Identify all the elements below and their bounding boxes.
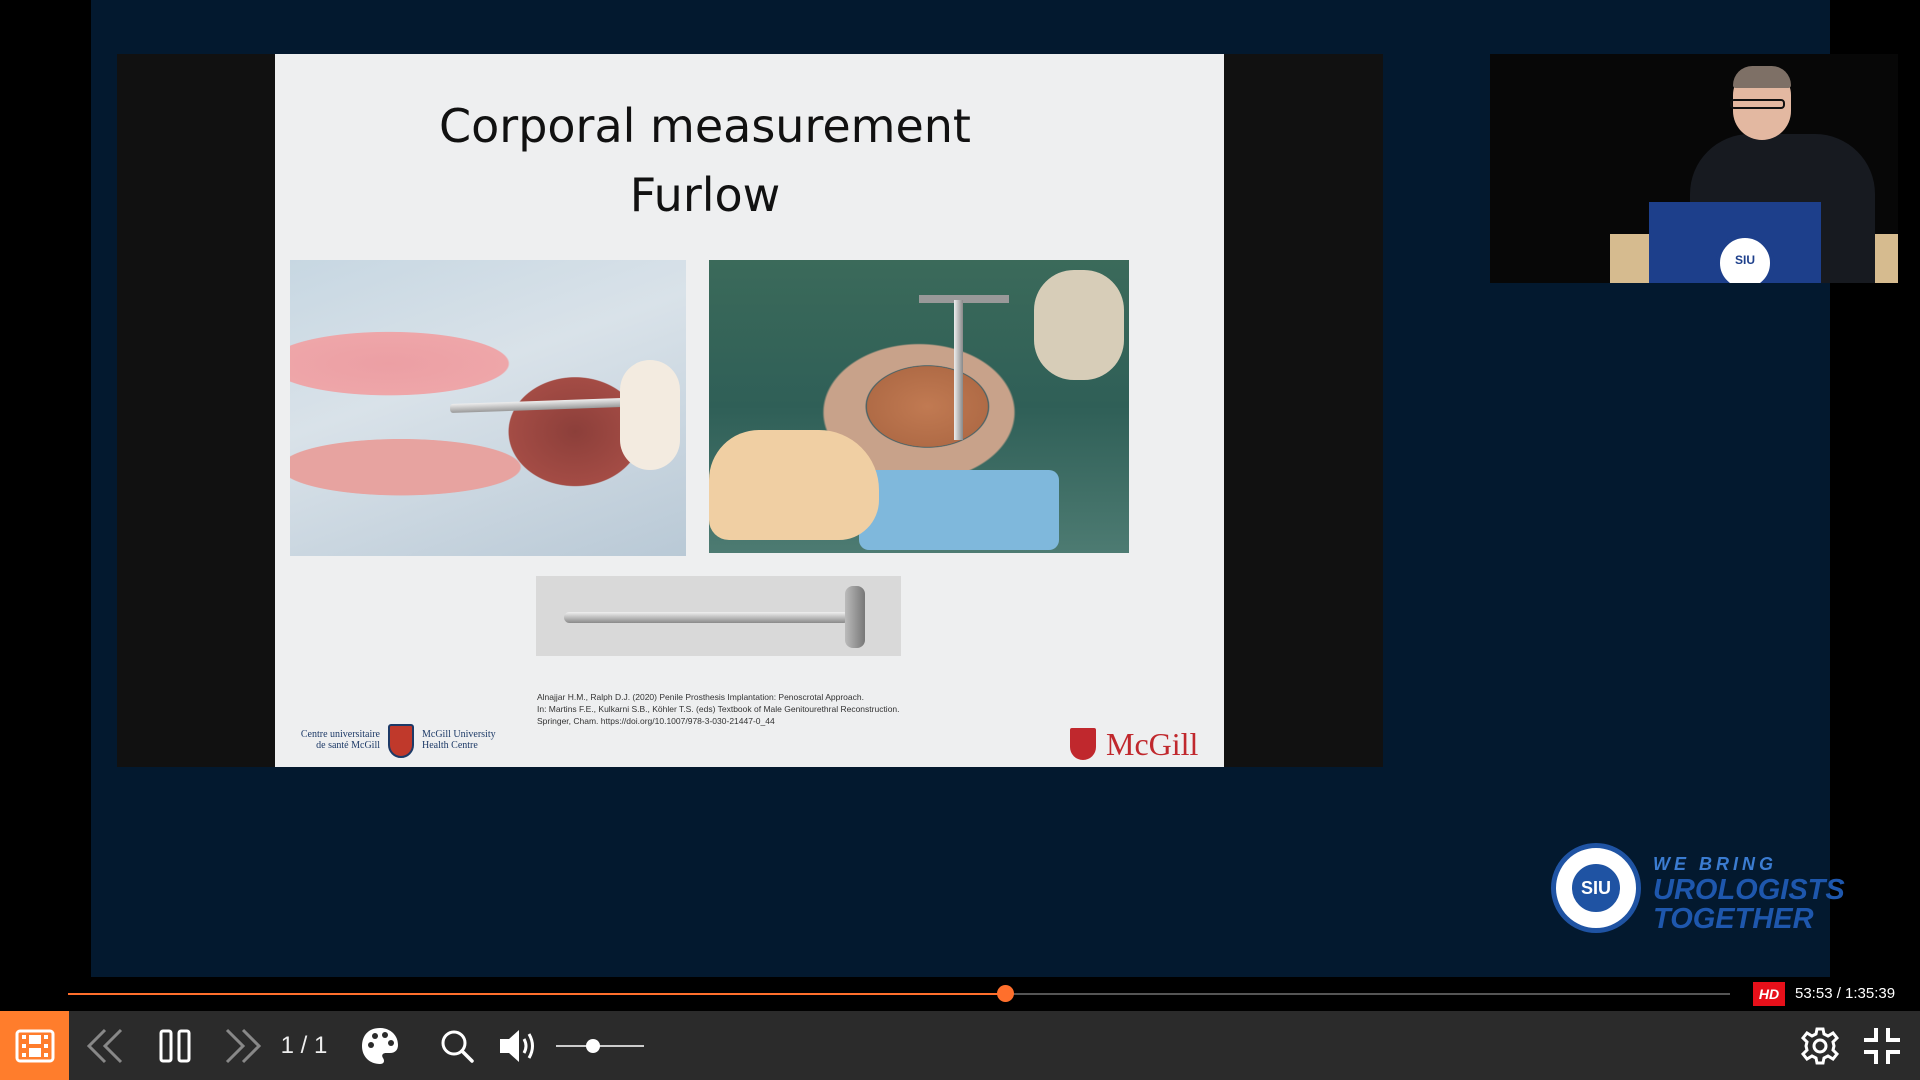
slide-frame: Corporal measurement Furlow Alnajjar H.M… [117, 54, 1383, 767]
page-counter: 1 / 1 [280, 1031, 328, 1059]
siu-seal-logo: SIU [1551, 843, 1641, 933]
siu-tagline: WE BRING UROLOGISTS TOGETHER [1653, 854, 1845, 935]
next-icon [225, 1028, 262, 1063]
exit-fullscreen-icon [1864, 1027, 1900, 1064]
slide-title-line-2: Furlow [629, 168, 781, 222]
volume-icon [500, 1029, 534, 1062]
time-display: 53:53 / 1:35:39 [1795, 985, 1896, 1002]
muhc-shield-icon [388, 724, 414, 758]
pause-button[interactable] [150, 1011, 200, 1080]
settings-button[interactable] [1795, 1011, 1845, 1080]
slide-title-line-1: Corporal measurement [439, 99, 971, 153]
palette-icon [362, 1027, 398, 1064]
muhc-logo: Centre universitaire de santé McGill McGi… [285, 724, 525, 764]
player-controls: 1 / 1 [0, 1011, 1920, 1080]
chapters-icon [15, 1029, 54, 1062]
progress-bar[interactable] [68, 985, 1730, 1002]
settings-icon [1800, 1027, 1840, 1064]
slide-citation: Alnajjar H.M., Ralph D.J. (2020) Penile … [537, 692, 900, 726]
volume-knob[interactable] [585, 1039, 600, 1053]
furlow-instrument-image [536, 576, 901, 656]
mcgill-logo: McGill [1070, 726, 1220, 762]
progress-fill [68, 993, 1005, 995]
surgical-photo-left [290, 260, 686, 556]
chapters-button[interactable] [0, 1011, 69, 1080]
mcgill-shield-icon [1070, 728, 1096, 760]
presentation-slide: Corporal measurement Furlow Alnajjar H.M… [275, 54, 1224, 767]
progress-thumb[interactable] [996, 985, 1014, 1002]
progress-area: HD 53:53 / 1:35:39 [0, 977, 1920, 1011]
next-button[interactable] [218, 1011, 268, 1080]
search-button[interactable] [432, 1011, 482, 1080]
speaker-video: SIU [1490, 54, 1898, 283]
theme-button[interactable] [355, 1011, 405, 1080]
podium-seal: SIU [1716, 234, 1774, 283]
search-icon [441, 1030, 474, 1063]
pause-icon [159, 1029, 191, 1062]
video-stage[interactable]: Corporal measurement Furlow Alnajjar H.M… [91, 0, 1898, 977]
volume-slider[interactable] [556, 1039, 644, 1053]
previous-button[interactable] [80, 1011, 130, 1080]
hd-badge[interactable]: HD [1753, 982, 1785, 1006]
volume-button[interactable] [492, 1011, 548, 1080]
surgical-photo-right [709, 260, 1129, 553]
previous-icon [86, 1028, 123, 1063]
siu-branding: SIU WE BRING UROLOGISTS TOGETHER [1551, 843, 1851, 935]
exit-fullscreen-button[interactable] [1857, 1011, 1907, 1080]
